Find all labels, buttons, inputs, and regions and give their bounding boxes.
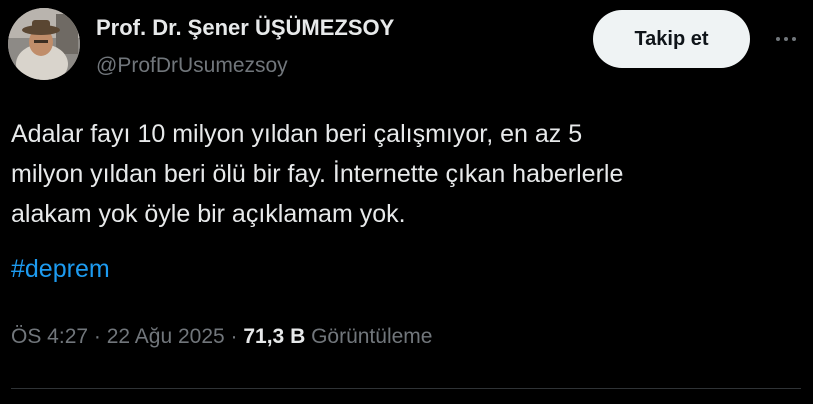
- more-horizontal-icon: [784, 37, 788, 41]
- tweet-text-line: Adalar fayı 10 milyon yıldan beri çalışm…: [11, 120, 583, 148]
- tweet-card: Prof. Dr. Şener ÜŞÜMEZSOY @ProfDrUsumezs…: [0, 0, 813, 404]
- meta-separator: ·: [224, 325, 244, 348]
- tweet-text-line: alakam yok öyle bir açıklamam yok.: [11, 200, 406, 228]
- author-handle[interactable]: @ProfDrUsumezsoy: [96, 52, 394, 80]
- tweet-time[interactable]: ÖS 4:27: [11, 325, 88, 348]
- follow-button[interactable]: Takip et: [593, 10, 750, 68]
- more-options-button[interactable]: [768, 24, 804, 54]
- author-display-name[interactable]: Prof. Dr. Şener ÜŞÜMEZSOY: [96, 14, 394, 42]
- meta-separator: ·: [88, 325, 107, 348]
- tweet-date[interactable]: 22 Ağu 2025: [107, 325, 225, 348]
- hashtag-link[interactable]: #deprem: [11, 249, 110, 289]
- views-label: Görüntüleme: [305, 325, 433, 348]
- more-horizontal-icon: [792, 37, 796, 41]
- divider: [11, 388, 801, 389]
- author-info: Prof. Dr. Şener ÜŞÜMEZSOY @ProfDrUsumezs…: [96, 14, 394, 80]
- tweet-text-line: milyon yıldan beri ölü bir fay. İnternet…: [11, 160, 624, 188]
- avatar[interactable]: [8, 8, 80, 80]
- tweet-text: Adalar fayı 10 milyon yıldan beri çalışm…: [11, 114, 806, 234]
- views-count[interactable]: 71,3 B: [243, 325, 305, 348]
- avatar-image: [8, 8, 80, 80]
- more-horizontal-icon: [776, 37, 780, 41]
- tweet-meta: ÖS 4:27 · 22 Ağu 2025 · 71,3 B Görüntüle…: [11, 322, 432, 352]
